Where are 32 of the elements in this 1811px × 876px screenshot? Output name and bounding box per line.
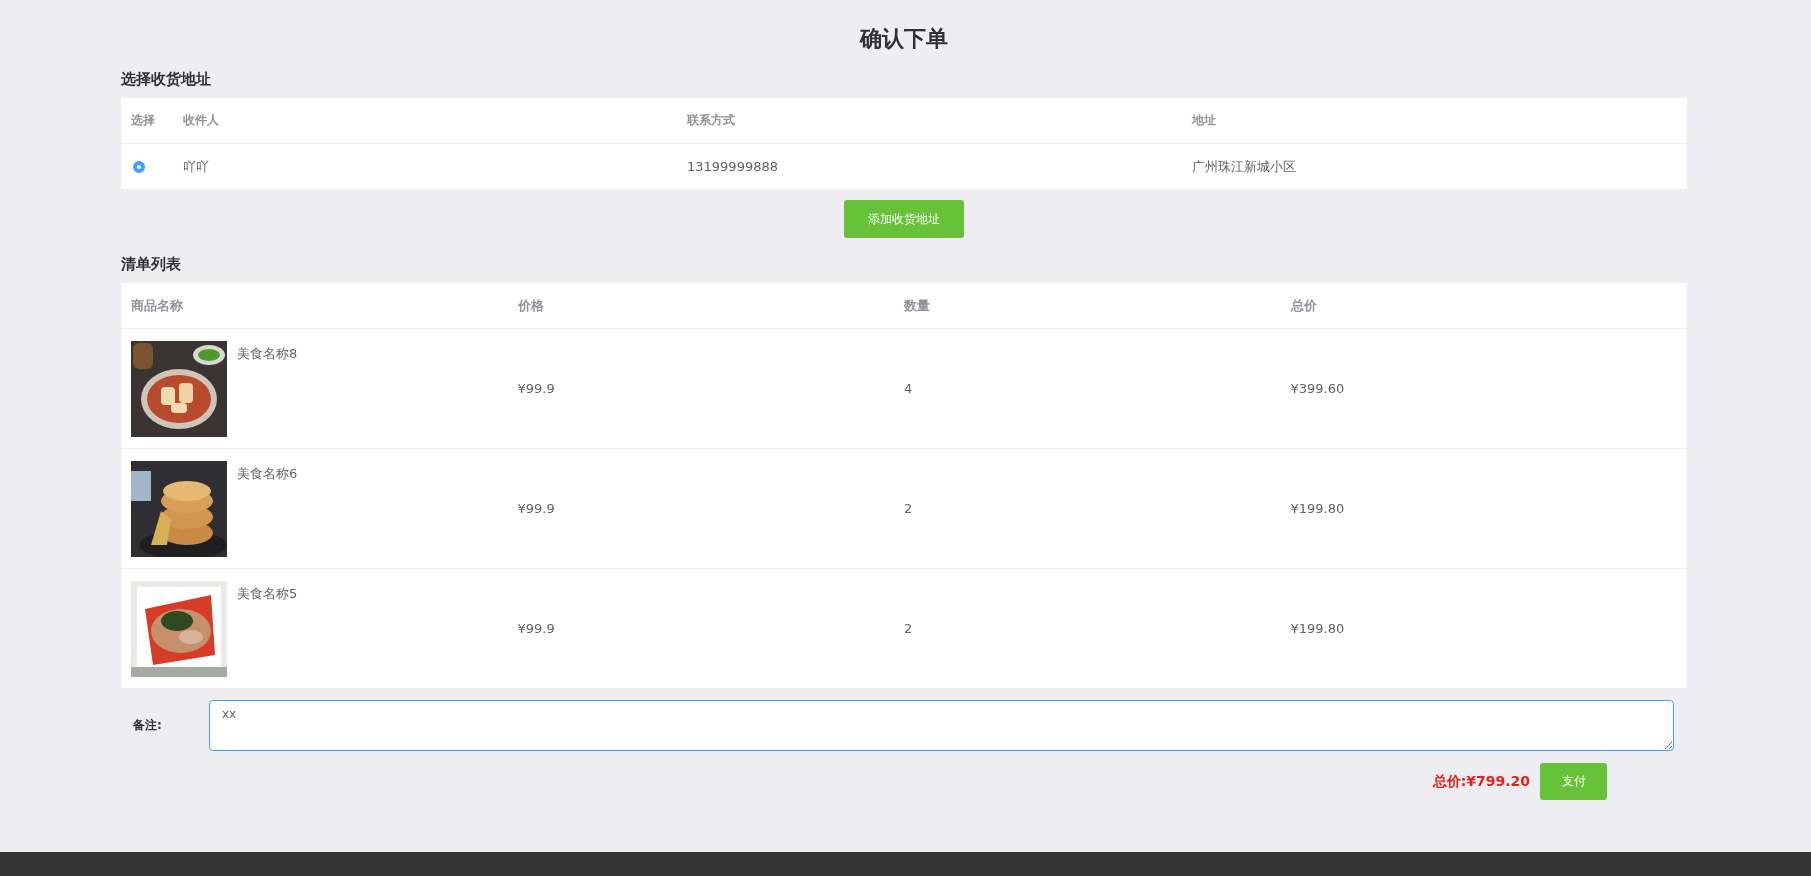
price-cell: ¥99.9: [517, 381, 555, 396]
quantity-cell: 2: [904, 621, 913, 636]
product-name: 美食名称5: [237, 585, 298, 603]
column-header: 数量: [904, 296, 930, 315]
total-cell: ¥199.80: [1290, 621, 1345, 636]
total-cell: ¥399.60: [1290, 381, 1345, 396]
column-header: 价格: [517, 296, 544, 315]
remark-label: 备注:: [132, 717, 163, 734]
table-cell: 吖吖: [183, 157, 209, 176]
column-header: 联系方式: [687, 112, 735, 129]
section-heading: 清单列表: [121, 254, 182, 275]
quantity-cell: 4: [904, 381, 913, 396]
column-header: 收件人: [183, 112, 219, 129]
table-cell: 13199999888: [687, 159, 778, 174]
product-name: 美食名称8: [237, 345, 298, 363]
table-cell: 广州珠江新城小区: [1192, 157, 1296, 176]
section-heading: 选择收货地址: [121, 69, 212, 90]
remark-field[interactable]: xx: [209, 700, 1674, 751]
page-title: 确认下单: [858, 25, 949, 53]
price-cell: ¥99.9: [517, 501, 555, 516]
quantity-cell: 2: [904, 501, 913, 516]
product-name: 美食名称6: [237, 465, 298, 483]
price-cell: ¥99.9: [517, 621, 555, 636]
total-cell: ¥199.80: [1290, 501, 1345, 516]
radio-button[interactable]: [133, 160, 145, 173]
column-header: 商品名称: [131, 296, 183, 315]
add-address-button[interactable]: 添加收货地址: [844, 200, 964, 238]
total-price: 总价:¥799.20: [1432, 772, 1530, 791]
pay-button[interactable]: 支付: [1540, 763, 1607, 800]
column-header: 地址: [1192, 112, 1216, 129]
column-header: 选择: [131, 112, 155, 129]
column-header: 总价: [1290, 296, 1317, 315]
